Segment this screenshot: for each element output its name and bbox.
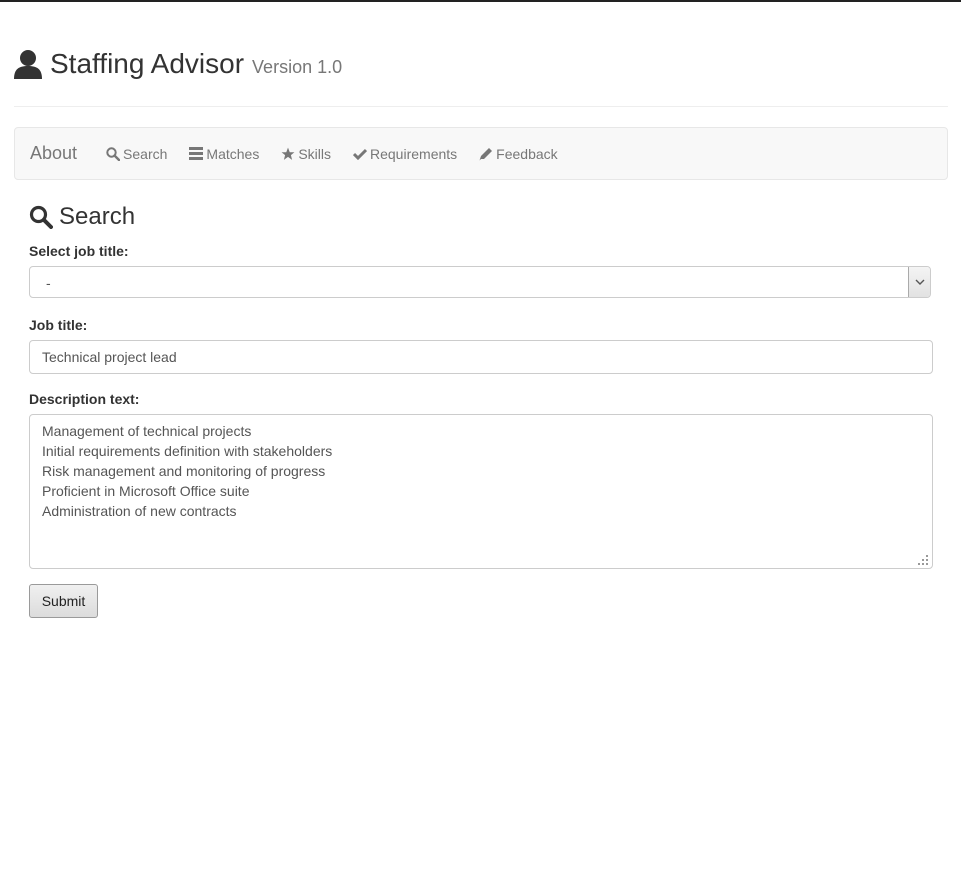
nav-item-skills[interactable]: Skills: [281, 146, 331, 162]
chevron-down-icon[interactable]: [908, 267, 930, 297]
nav-item-label: Search: [123, 145, 168, 162]
check-icon: [353, 148, 367, 160]
list-icon: [189, 147, 204, 160]
job-title-label: Job title:: [29, 317, 88, 333]
nav-brand-about[interactable]: About: [30, 143, 77, 164]
description-label: Description text:: [29, 391, 140, 407]
resize-grip-icon[interactable]: [918, 555, 928, 565]
app-title: Staffing Advisor: [50, 48, 245, 79]
pencil-icon: [479, 147, 493, 160]
search-icon: [106, 146, 121, 161]
star-icon: [281, 147, 295, 160]
search-icon: [29, 205, 53, 229]
header-divider: [14, 106, 948, 107]
nav-item-feedback[interactable]: Feedback: [479, 145, 558, 162]
user-icon: [14, 49, 42, 79]
top-border: [0, 0, 961, 2]
submit-button[interactable]: Submit: [29, 584, 98, 618]
nav-item-label: Feedback: [496, 145, 558, 162]
select-value: -: [46, 275, 51, 291]
nav-item-search[interactable]: Search: [106, 146, 167, 162]
section-heading: Search: [29, 202, 135, 232]
section-title: Search: [59, 203, 136, 230]
nav-item-requirements[interactable]: Requirements: [353, 146, 457, 162]
nav-item-label: Skills: [298, 145, 331, 162]
nav-item-label: Requirements: [370, 145, 458, 162]
job-title-select[interactable]: -: [29, 266, 931, 298]
job-title-input[interactable]: [29, 340, 933, 374]
description-textarea[interactable]: Management of technical projects Initial…: [29, 414, 933, 569]
select-job-title-label: Select job title:: [29, 243, 129, 259]
nav-item-label: Matches: [206, 145, 260, 162]
nav-item-matches[interactable]: Matches: [189, 146, 259, 162]
navbar: About Search Matches Skills Requirements: [14, 127, 948, 180]
app-version: Version 1.0: [252, 57, 343, 77]
app-header: Staffing Advisor Version 1.0: [14, 44, 342, 84]
